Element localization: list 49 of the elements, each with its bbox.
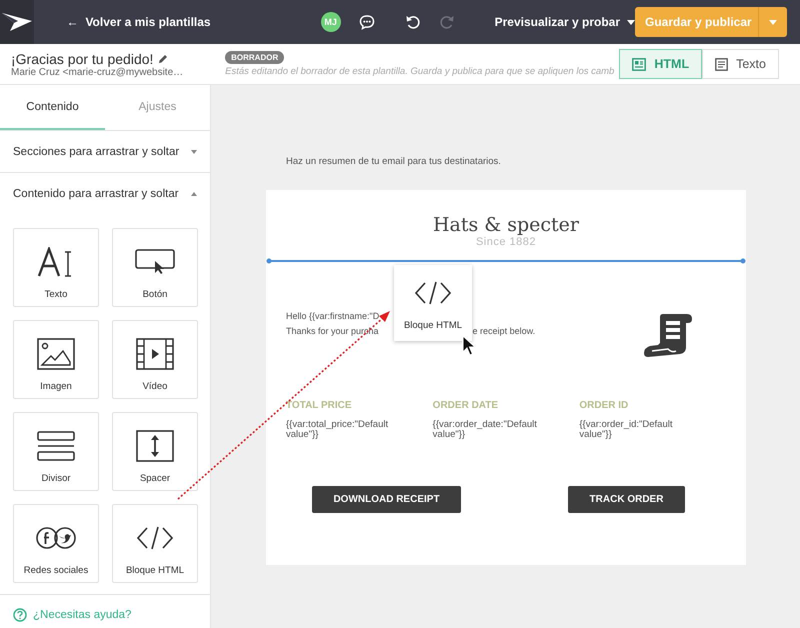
message-text: Thanks for your purcha — [286, 326, 379, 336]
view-tab[interactable]: Texto — [702, 49, 779, 79]
content-block[interactable]: Divisor — [13, 412, 99, 491]
field-label: ORDER ID — [579, 400, 630, 411]
social-icon — [36, 527, 76, 549]
content-block[interactable]: Bloque HTML — [112, 504, 198, 583]
field-value: {{var:order_date:"Default value"}} — [432, 420, 538, 440]
content-block[interactable]: Imagen — [13, 320, 99, 399]
message-text: e receipt below. — [472, 326, 536, 336]
greeting-text: Hello {{var:firstname:"D — [286, 311, 380, 321]
content-block[interactable]: Vídeo — [112, 320, 198, 399]
template-title: ¡Gracias por tu pedido! — [11, 50, 154, 66]
email-button[interactable]: DOWNLOAD RECEIPT — [312, 486, 461, 513]
email-button[interactable]: TRACK ORDER — [568, 486, 685, 513]
layout-icon — [632, 58, 646, 70]
sender-address: Marie Cruz <marie-cruz@mywebsite… — [11, 66, 184, 78]
preheader-text: Haz un resumen de tu email para tus destinatarios. — [286, 156, 502, 167]
cursor-icon — [462, 335, 476, 357]
section-header[interactable]: Secciones para arrastrar y soltar — [0, 131, 210, 172]
draft-notice: Estás editando el borrador de esta plantilla. Guarda y publica para que se apliquen los camb — [225, 66, 614, 77]
paper-plane-icon — [2, 13, 32, 31]
content-block[interactable]: Redes sociales — [13, 504, 99, 583]
receipt-icon — [642, 313, 694, 359]
image-icon — [37, 338, 75, 370]
divider-icon — [37, 431, 75, 461]
document-icon — [715, 58, 728, 70]
field-label: ORDER DATE — [432, 400, 500, 411]
code-icon — [415, 280, 451, 304]
field-label: TOTAL PRICE — [286, 400, 353, 411]
brand-name: Hats & specter — [432, 214, 580, 236]
film-icon — [136, 338, 174, 370]
sidebar-tab[interactable]: Contenido — [0, 85, 105, 130]
brand-tagline: Since 1882 — [476, 236, 536, 248]
code-icon — [137, 526, 173, 550]
undo-icon[interactable] — [404, 14, 421, 30]
spacer-icon — [136, 430, 174, 462]
help-icon — [13, 608, 27, 622]
status-badge: BORRADOR — [225, 51, 284, 64]
field-value: {{var:order_id:"Default value"}} — [579, 420, 674, 440]
button-icon — [135, 249, 175, 275]
pencil-icon[interactable] — [158, 54, 168, 64]
dragged-block[interactable]: Bloque HTML — [394, 265, 472, 341]
content-block[interactable]: Spacer — [112, 412, 198, 491]
field-value: {{var:total_price:"Default value"}} — [286, 420, 390, 440]
content-block[interactable]: Botón — [112, 228, 198, 307]
content-block[interactable]: Texto — [13, 228, 99, 307]
section-header[interactable]: Contenido para arrastrar y soltar — [0, 173, 210, 214]
comment-icon[interactable] — [358, 14, 375, 30]
back-link[interactable]: ← Volver a mis plantillas — [66, 15, 211, 29]
